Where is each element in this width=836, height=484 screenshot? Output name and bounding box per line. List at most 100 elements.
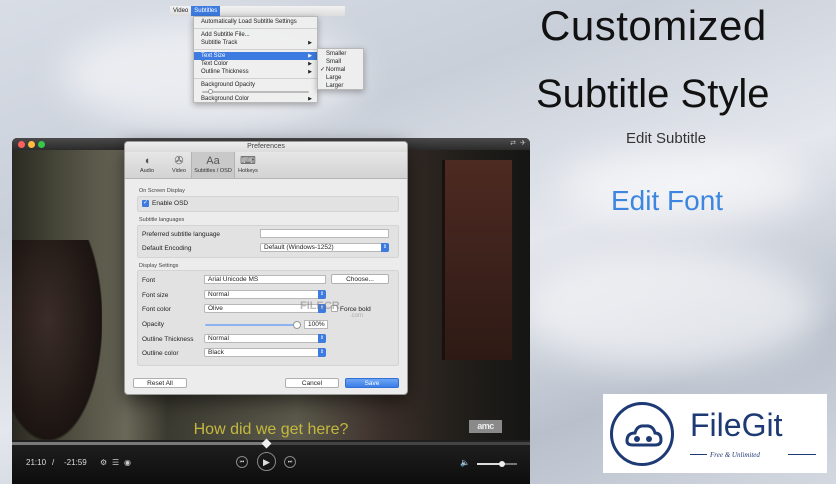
preferred-language-field[interactable]	[260, 229, 389, 238]
submenu-arrow-icon: ▶	[308, 40, 312, 46]
preferences-toolbar: ◖ Audio ✇ Video Aa Subtitles / OSD ⌨ Hotkeys	[125, 152, 407, 179]
slider-knob[interactable]	[208, 89, 213, 94]
force-bold-label: Force bold	[340, 306, 371, 313]
previous-button[interactable]: ⏮	[236, 456, 248, 468]
keyboard-icon: ⌨	[240, 155, 256, 167]
preferences-dialog: Preferences ◖ Audio ✇ Video Aa Subtitles / …	[124, 141, 408, 395]
tab-hotkeys[interactable]: ⌨ Hotkeys	[235, 152, 261, 178]
speaker-icon: ◖	[143, 155, 151, 167]
menu-item-auto-load-subtitle-settings[interactable]: Automatically Load Subtitle Settings	[194, 18, 317, 26]
opacity-label: Opacity	[142, 321, 165, 328]
time-separator: /	[52, 458, 55, 467]
feature-edit-font: Edit Font	[611, 185, 724, 216]
submenu-arrow-icon: ▶	[308, 61, 312, 67]
enable-osd-label: Enable OSD	[152, 200, 189, 207]
chevron-updown-icon: ⇕	[318, 348, 326, 357]
opacity-value-field[interactable]: 100%	[304, 320, 328, 329]
menu-separator	[194, 49, 317, 50]
remaining-time[interactable]: -21:59	[64, 458, 87, 467]
font-size-label: Font size	[142, 292, 169, 299]
menu-item-subtitle-track[interactable]: Subtitle Track ▶	[194, 39, 317, 47]
menu-subtitles[interactable]: Subtitles	[191, 6, 221, 16]
choose-font-button[interactable]: Choose...	[331, 274, 389, 284]
section-on-screen-display: On Screen Display	[139, 188, 185, 194]
logo-tagline: Free & Unlimited	[710, 451, 760, 459]
chevron-updown-icon: ⇕	[318, 290, 326, 299]
font-color-label: Font color	[142, 306, 171, 313]
menu-separator	[194, 28, 317, 29]
menu-item-outline-thickness[interactable]: Outline Thickness ▶	[194, 68, 317, 76]
text-size-larger[interactable]: Larger	[318, 82, 363, 90]
subtitles-icon: Aa	[206, 155, 220, 167]
outline-color-select[interactable]: Black ⇕	[204, 348, 326, 357]
enable-osd-checkbox[interactable]: ✓	[142, 200, 149, 207]
text-size-small[interactable]: Small	[318, 58, 363, 66]
opacity-slider-knob[interactable]	[293, 321, 301, 329]
tab-video[interactable]: ✇ Video	[167, 152, 191, 178]
play-button[interactable]: ▶	[257, 452, 276, 471]
font-label: Font	[142, 277, 156, 284]
video-scene-person	[12, 240, 102, 440]
reset-all-button[interactable]: Reset All	[133, 378, 187, 388]
menu-item-background-opacity: Background Opacity	[201, 82, 256, 88]
checkmark-icon: ✓	[320, 67, 326, 73]
chevron-updown-icon: ⇕	[381, 243, 389, 252]
background-highlight	[520, 250, 820, 370]
film-reel-icon: ✇	[174, 155, 184, 167]
next-button[interactable]: ⏭	[284, 456, 296, 468]
outline-thickness-select[interactable]: Normal ⇕	[204, 334, 326, 343]
text-size-normal[interactable]: ✓ Normal	[318, 66, 363, 74]
text-size-large[interactable]: Large	[318, 74, 363, 82]
volume-slider[interactable]	[477, 461, 517, 467]
playlist-icon[interactable]: ☰	[112, 458, 119, 467]
default-encoding-select[interactable]: Default (Windows-1252) ⇕	[260, 243, 389, 252]
close-window-button[interactable]	[18, 141, 25, 148]
text-size-smaller[interactable]: Smaller	[318, 50, 363, 58]
screenshot-icon[interactable]: ◉	[124, 458, 131, 467]
watermark-domain: .com	[350, 313, 364, 319]
subtitles-dropdown-menu: Automatically Load Subtitle Settings Add…	[193, 16, 318, 103]
chevron-updown-icon: ⇕	[318, 334, 326, 343]
video-scene-door	[442, 160, 512, 360]
elapsed-time: 21:10	[26, 458, 47, 467]
subtitle-caption: How did we get here?	[193, 421, 349, 438]
watermark: FILECR	[300, 300, 340, 312]
pin-icon[interactable]: ✈	[520, 139, 526, 147]
default-encoding-label: Default Encoding	[142, 245, 192, 252]
tab-subtitles-osd[interactable]: Aa Subtitles / OSD	[191, 152, 235, 178]
pip-icon[interactable]: ⇄	[510, 139, 516, 147]
font-size-select[interactable]: Normal ⇕	[204, 290, 326, 299]
cancel-button[interactable]: Cancel	[285, 378, 339, 388]
volume-icon[interactable]: 🔈	[460, 458, 470, 467]
outline-thickness-label: Outline Thickness	[142, 336, 194, 343]
preferences-title: Preferences	[125, 142, 407, 152]
seek-bar-fill	[12, 442, 266, 445]
minimize-window-button[interactable]	[28, 141, 35, 148]
font-field[interactable]: Arial Unicode MS	[204, 275, 326, 284]
seek-bar[interactable]	[12, 438, 530, 449]
player-controls: 21:10 / -21:59 ⚙ ☰ ◉ ⏮ ▶ ⏭ 🔈	[12, 438, 530, 484]
menu-item-text-color[interactable]: Text Color ▶	[194, 60, 317, 68]
opacity-slider[interactable]	[205, 321, 301, 329]
volume-knob[interactable]	[498, 461, 505, 467]
save-button[interactable]: Save	[345, 378, 399, 388]
menu-separator	[194, 78, 317, 79]
logo-rule-left	[690, 454, 707, 455]
menu-item-text-size[interactable]: Text Size ▶	[194, 52, 317, 60]
section-display-settings: Display Settings	[139, 263, 179, 269]
logo-wordmark: FileGit	[690, 407, 783, 443]
filegit-logo: FileGit Free & Unlimited	[603, 394, 827, 473]
tab-audio[interactable]: ◖ Audio	[127, 152, 167, 178]
submenu-arrow-icon: ▶	[308, 53, 312, 59]
menu-item-background-color[interactable]: Background Color ▶	[194, 95, 317, 103]
menu-item-add-subtitle-file[interactable]: Add Subtitle File...	[194, 31, 317, 39]
section-subtitle-languages: Subtitle languages	[139, 217, 185, 223]
outline-color-label: Outline color	[142, 350, 179, 357]
menu-video[interactable]: Video	[170, 6, 191, 16]
submenu-arrow-icon: ▶	[308, 69, 312, 75]
zoom-window-button[interactable]	[38, 141, 45, 148]
settings-icon[interactable]: ⚙	[100, 458, 107, 467]
seek-knob[interactable]	[261, 438, 272, 449]
logo-rule-right	[788, 454, 816, 455]
submenu-arrow-icon: ▶	[308, 96, 312, 102]
